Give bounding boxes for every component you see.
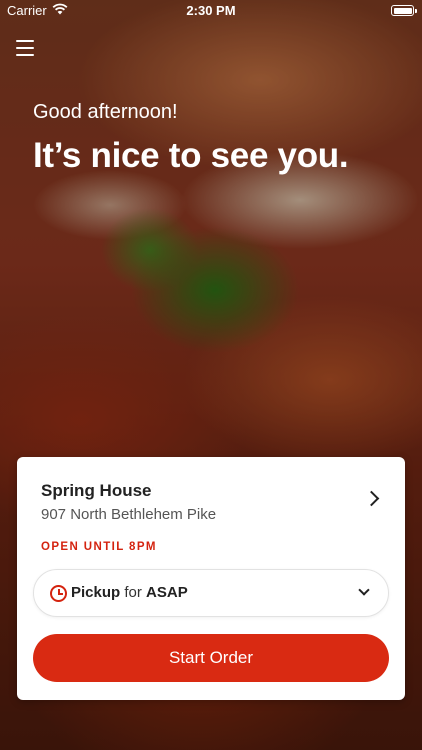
welcome-headline: It’s nice to see you.: [33, 136, 349, 175]
status-time: 2:30 PM: [186, 3, 236, 18]
clock-icon: [50, 585, 67, 602]
battery-icon: [391, 5, 417, 16]
order-time: ASAP: [146, 584, 188, 601]
order-type-label: Pickup for ASAP: [71, 584, 188, 601]
location-name: Spring House: [41, 481, 152, 500]
hamburger-menu-icon[interactable]: [16, 40, 34, 56]
chevron-right-icon[interactable]: [363, 490, 380, 507]
status-right: [391, 5, 417, 16]
greeting-text: Good afternoon!: [33, 101, 178, 123]
order-connector: for: [124, 584, 142, 601]
order-card: Spring House 907 North Bethlehem Pike OP…: [17, 457, 405, 700]
start-order-button[interactable]: Start Order: [33, 634, 389, 682]
location-selector[interactable]: Spring House 907 North Bethlehem Pike: [17, 457, 405, 527]
status-bar: Carrier 2:30 PM: [0, 0, 422, 22]
order-type-dropdown[interactable]: Pickup for ASAP: [33, 569, 389, 617]
hours-status: OPEN UNTIL 8PM: [41, 541, 157, 553]
location-address: 907 North Bethlehem Pike: [41, 506, 217, 523]
order-mode: Pickup: [71, 584, 121, 601]
chevron-down-icon[interactable]: [358, 584, 370, 596]
